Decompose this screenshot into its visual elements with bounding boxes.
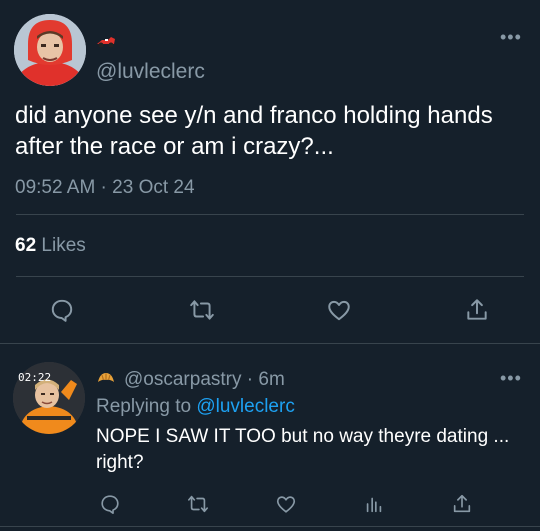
reply-more-options-icon[interactable]: ••• [500,368,522,389]
heart-icon [276,496,296,513]
likes-count[interactable]: 62 Likes [15,235,86,257]
divider [16,276,524,277]
reply-icon [101,495,119,514]
reply-reply-button[interactable] [92,486,128,522]
divider [16,214,524,215]
retweet-button[interactable] [184,292,220,328]
reply-icon [51,299,73,322]
avatar[interactable] [14,14,86,86]
divider [0,343,540,344]
author-handle[interactable]: @luvleclerc [96,60,205,84]
likes-number: 62 [15,235,37,256]
race-car-icon [96,33,116,49]
replying-to: Replying to @luvleclerc [96,396,295,418]
share-icon [467,299,487,320]
retweet-icon [188,495,208,513]
croissant-icon [96,370,116,388]
reply-handle[interactable]: @oscarpastry [124,369,242,390]
reply-time[interactable]: · 6m [242,369,285,390]
reply-actions [0,486,540,516]
reply-text: NOPE I SAW IT TOO but no way theyre dati… [96,426,510,473]
divider [0,526,540,527]
analytics-icon [366,497,382,513]
replying-to-link[interactable]: @luvleclerc [196,396,294,417]
reply-author[interactable]: @oscarpastry · 6m [124,369,285,391]
share-button[interactable] [459,292,495,328]
more-options-icon[interactable]: ••• [500,27,522,48]
tweet-actions [0,292,540,328]
reply-button[interactable] [44,292,80,328]
tweet-text: did anyone see y/n and franco holding ha… [15,102,493,160]
heart-icon [328,300,350,321]
share-icon [453,494,471,513]
avatar-overlay-time: 02:22 [18,371,52,384]
likes-label: Likes [36,235,86,256]
profile-photo [14,14,86,86]
reply-analytics-button[interactable] [356,486,392,522]
reply-retweet-button[interactable] [180,486,216,522]
tweet-timestamp[interactable]: 09:52 AM · 23 Oct 24 [15,177,195,199]
replying-prefix: Replying to [96,396,197,417]
like-button[interactable] [321,292,357,328]
retweet-icon [190,300,214,320]
reply-share-button[interactable] [444,486,480,522]
reply-like-button[interactable] [268,486,304,522]
